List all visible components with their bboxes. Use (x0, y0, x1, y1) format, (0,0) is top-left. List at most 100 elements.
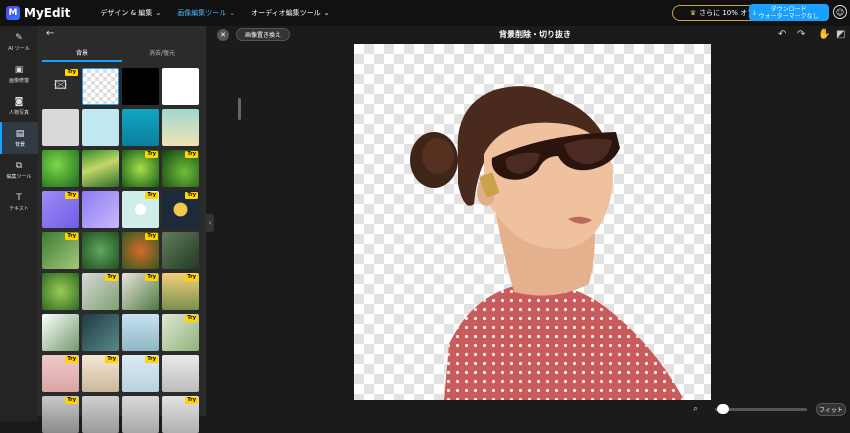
image-background-tile[interactable] (42, 314, 79, 351)
left-tool-rail: ✎ AI ツール ▣ 画像修復 ◙ 人物写真 ▤ 背景 ⧉ 編集ツール T テキスト (0, 26, 38, 421)
chevron-down-icon: ⌄ (155, 9, 162, 17)
rail-item-1[interactable]: ▣ 画像修復 (0, 58, 38, 90)
try-badge: Try (105, 356, 118, 363)
image-background-tile[interactable]: Try (162, 396, 199, 433)
color-background-tile[interactable] (122, 109, 159, 146)
try-badge: Try (145, 233, 158, 240)
nav-item-1[interactable]: 画像編集ツール ⌄ (177, 8, 235, 18)
background-grid: 🖾 Try Try Try Try Try Try Try Try Try Try Try Try Try… (42, 68, 200, 433)
profile-icon[interactable]: ☺ (833, 5, 847, 19)
rail-item-0[interactable]: ✎ AI ツール (0, 26, 38, 58)
app-logo[interactable]: M MyEdit (6, 6, 70, 20)
logo-mark-icon: M (6, 6, 20, 20)
portrait-icon: ◙ (14, 96, 24, 107)
color-background-tile[interactable] (162, 109, 199, 146)
image-background-tile[interactable]: Try (42, 232, 79, 269)
color-background-tile[interactable] (42, 109, 79, 146)
tab-1[interactable]: 消去/復元 (122, 44, 202, 62)
panel-tabs: 背景 消去/復元 (42, 44, 202, 62)
image-background-tile[interactable]: Try (82, 355, 119, 392)
image-background-tile[interactable]: Try (162, 150, 199, 187)
image-background-tile[interactable]: Try (162, 191, 199, 228)
try-badge: Try (185, 315, 198, 322)
magic-wand-icon: ✎ (15, 32, 23, 43)
image-background-tile[interactable]: Try (122, 232, 159, 269)
upload-background-tile[interactable]: 🖾 Try (42, 68, 79, 105)
back-arrow-icon[interactable]: ← (46, 28, 54, 39)
nav-item-2[interactable]: オーディオ編集ツール ⌄ (251, 8, 329, 18)
image-background-tile[interactable] (122, 314, 159, 351)
rail-item-4[interactable]: ⧉ 編集ツール (0, 154, 38, 186)
text-icon: T (16, 192, 22, 203)
color-background-tile[interactable] (82, 109, 119, 146)
color-background-tile[interactable] (162, 68, 199, 105)
image-background-tile[interactable]: Try (42, 355, 79, 392)
image-background-tile[interactable]: Try (42, 396, 79, 433)
try-badge: Try (65, 233, 78, 240)
image-background-tile[interactable]: Try (162, 273, 199, 310)
image-canvas[interactable] (354, 44, 711, 400)
subject-photo (410, 86, 684, 400)
try-badge: Try (105, 274, 118, 281)
image-background-tile[interactable] (82, 396, 119, 433)
image-background-tile[interactable]: Try (122, 355, 159, 392)
transparent-background-tile[interactable] (82, 68, 119, 105)
image-background-tile[interactable] (42, 150, 79, 187)
close-icon[interactable]: ✕ (217, 29, 229, 41)
image-background-tile[interactable] (122, 396, 159, 433)
color-background-tile[interactable] (122, 68, 159, 105)
background-icon: ▤ (15, 128, 25, 139)
image-background-tile[interactable]: Try (122, 273, 159, 310)
download-button[interactable]: ⤓ ダウンロード ウォーターマークなし (749, 4, 829, 21)
fit-button[interactable]: フィット (816, 403, 846, 416)
zoom-slider-track[interactable] (715, 408, 807, 411)
chevron-down-icon: ⌄ (229, 9, 236, 17)
edit-tools-icon: ⧉ (15, 160, 23, 171)
zoom-icon[interactable]: ⌕ (693, 404, 698, 414)
undo-icon[interactable]: ↶ (778, 29, 786, 40)
zoom-slider-handle[interactable] (716, 404, 729, 414)
rail-item-5[interactable]: T テキスト (0, 186, 38, 218)
try-badge: Try (145, 356, 158, 363)
try-badge: Try (145, 274, 158, 281)
image-background-tile[interactable] (82, 232, 119, 269)
collapse-panel-icon[interactable]: ‹ (206, 214, 214, 232)
try-badge: Try (185, 274, 198, 281)
image-background-tile[interactable] (82, 191, 119, 228)
tab-0[interactable]: 背景 (42, 44, 122, 62)
try-badge: Try (65, 356, 78, 363)
panel-scrollbar[interactable] (238, 98, 241, 120)
chevron-down-icon: ⌄ (323, 9, 330, 17)
rail-item-2[interactable]: ◙ 人物写真 (0, 90, 38, 122)
app-name: MyEdit (24, 6, 71, 20)
download-label-line1: ダウンロード (770, 5, 807, 13)
image-background-tile[interactable]: Try (162, 314, 199, 351)
redo-icon[interactable]: ↷ (797, 29, 805, 40)
nav-item-label: デザイン & 編集 (100, 9, 153, 17)
rail-item-label: AI ツール (8, 45, 30, 52)
image-background-tile[interactable]: Try (82, 273, 119, 310)
image-background-tile[interactable]: Try (42, 191, 79, 228)
try-badge: Try (145, 151, 158, 158)
rail-item-label: 画像修復 (8, 77, 29, 84)
compare-icon[interactable]: ◩ (836, 29, 845, 40)
try-badge: Try (65, 69, 78, 76)
image-background-tile[interactable]: Try (122, 191, 159, 228)
image-background-tile[interactable] (162, 355, 199, 392)
image-background-tile[interactable] (82, 314, 119, 351)
rail-item-label: テキスト (9, 205, 29, 212)
hand-pan-icon[interactable]: ✋ (818, 29, 830, 40)
rail-item-3[interactable]: ▤ 背景 (0, 122, 38, 154)
image-background-tile[interactable] (42, 273, 79, 310)
nav-item-0[interactable]: デザイン & 編集 ⌄ (100, 8, 161, 18)
image-background-tile[interactable] (162, 232, 199, 269)
try-badge: Try (65, 192, 78, 199)
rail-item-label: 人物写真 (8, 109, 29, 116)
nav-item-label: オーディオ編集ツール (251, 9, 321, 17)
image-background-tile[interactable]: Try (122, 150, 159, 187)
try-badge: Try (185, 192, 198, 199)
image-background-tile[interactable] (82, 150, 119, 187)
rail-item-label: 背景 (14, 141, 25, 148)
try-badge: Try (185, 151, 198, 158)
replace-image-button[interactable]: 画像置き換え (236, 28, 290, 41)
